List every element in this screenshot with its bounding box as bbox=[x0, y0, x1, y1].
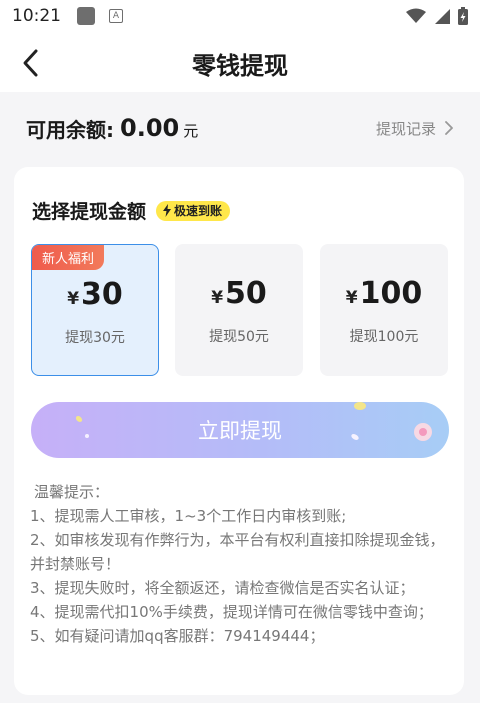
amount-value-100: ¥100 bbox=[320, 276, 448, 311]
tip-line: 3、提现失败时，将全额返还，请检查微信是否实名认证； bbox=[30, 579, 415, 597]
amount-option-30[interactable]: 新人福利 ¥30 提现30元 bbox=[31, 244, 159, 376]
tip-line: 5、如有疑问请加qq客服群：794149444； bbox=[30, 627, 325, 645]
amount-option-50[interactable]: ¥50 提现50元 bbox=[175, 244, 303, 376]
tip-line: 2、如审核发现有作弊行为，本平台有权利直接扣除提现金钱，并封禁账号！ bbox=[30, 531, 445, 573]
chevron-right-icon bbox=[445, 121, 453, 135]
notification-icon bbox=[77, 7, 95, 25]
app-a-icon: A bbox=[109, 9, 123, 23]
battery-icon bbox=[458, 7, 468, 25]
fast-arrival-label: 极速到账 bbox=[174, 204, 223, 218]
decoration-icon bbox=[351, 434, 359, 440]
balance-row: 可用余额: 0.00 元 提现记录 bbox=[26, 108, 454, 148]
tip-line: 1、提现需人工审核，1~3个工作日内审核到账; bbox=[30, 507, 347, 525]
amount-desc: 提现100元 bbox=[349, 329, 419, 345]
lightning-icon bbox=[163, 204, 172, 217]
currency-symbol: ¥ bbox=[211, 288, 224, 308]
amount-number: 100 bbox=[359, 276, 423, 311]
amount-value-30: ¥30 bbox=[32, 277, 158, 312]
amount-number: 50 bbox=[225, 276, 267, 311]
withdraw-records-link[interactable]: 提现记录 bbox=[376, 118, 454, 139]
wifi-icon bbox=[406, 8, 426, 23]
fast-arrival-badge: 极速到账 bbox=[156, 200, 231, 221]
amount-option-100[interactable]: ¥100 提现100元 bbox=[320, 244, 448, 376]
section-title: 选择提现金额 bbox=[32, 201, 147, 223]
withdraw-now-label: 立即提现 bbox=[198, 419, 282, 443]
amount-desc: 提现30元 bbox=[65, 330, 125, 346]
header: 零钱提现 bbox=[0, 32, 480, 92]
balance-label: 可用余额: bbox=[26, 117, 114, 142]
section-title-row: 选择提现金额 极速到账 bbox=[32, 197, 231, 224]
tips-title: 温馨提示： bbox=[34, 483, 110, 501]
withdraw-card: 选择提现金额 极速到账 新人福利 ¥30 提现30元 ¥50 提现50元 ¥10… bbox=[14, 167, 464, 695]
amount-value-50: ¥50 bbox=[175, 276, 303, 311]
decoration-icon bbox=[75, 416, 89, 438]
page-title: 零钱提现 bbox=[192, 52, 288, 80]
tips-section: 温馨提示： 1、提现需人工审核，1~3个工作日内审核到账; 2、如审核发现有作弊… bbox=[30, 480, 450, 648]
currency-symbol: ¥ bbox=[345, 288, 358, 308]
balance-value: 0.00 bbox=[120, 114, 180, 142]
decoration-icon bbox=[354, 402, 366, 410]
signal-icon bbox=[435, 9, 450, 24]
amount-number: 30 bbox=[81, 277, 123, 312]
withdraw-records-label: 提现记录 bbox=[375, 119, 436, 138]
balance-unit: 元 bbox=[183, 121, 199, 140]
newbie-benefit-tag: 新人福利 bbox=[32, 245, 105, 270]
currency-symbol: ¥ bbox=[67, 289, 80, 309]
amount-desc: 提现50元 bbox=[209, 329, 269, 345]
status-time: 10:21 bbox=[12, 6, 61, 26]
tip-line: 4、提现需代扣10%手续费，提现详情可在微信零钱中查询； bbox=[30, 603, 433, 621]
status-icons bbox=[406, 7, 468, 25]
withdraw-now-button[interactable]: 立即提现 bbox=[31, 402, 449, 458]
status-bar: 10:21 A bbox=[0, 0, 480, 32]
decoration-icon bbox=[414, 423, 432, 441]
